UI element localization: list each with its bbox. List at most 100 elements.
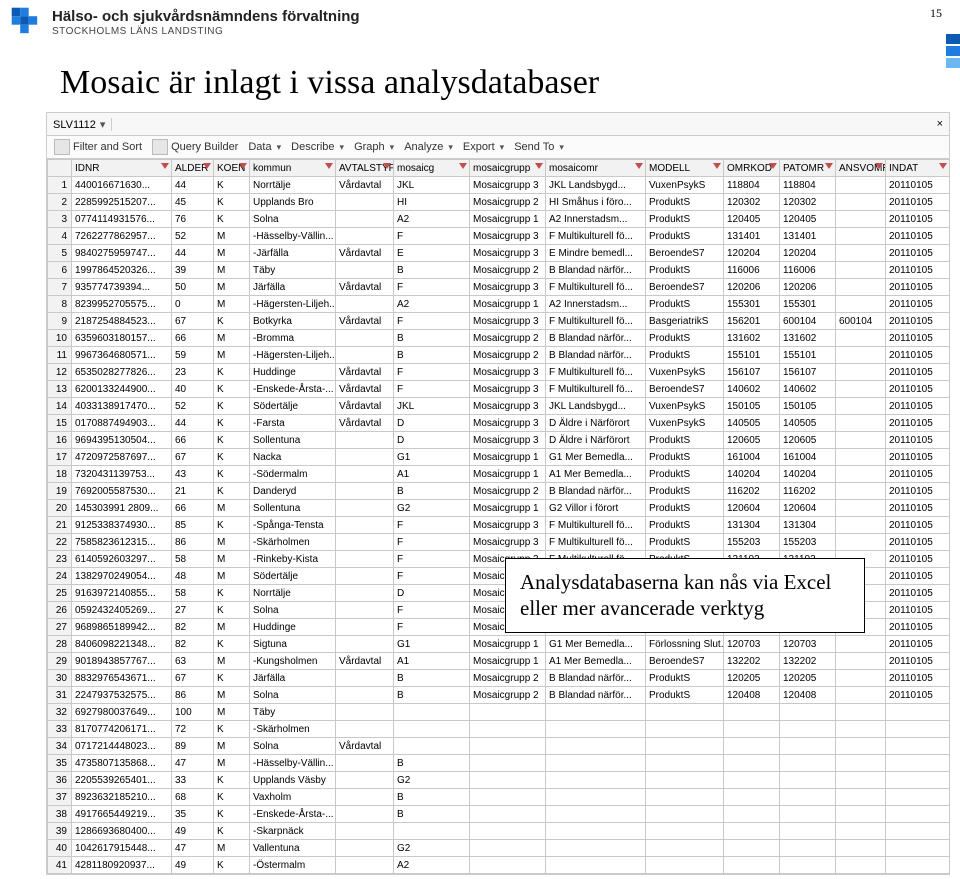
table-row[interactable]: 150170887494903...44K-FarstaVårdavtalDMo… <box>48 415 960 432</box>
table-row[interactable]: 354735807135868...47M-Hässelby-Vällin...… <box>48 755 960 772</box>
col-header[interactable] <box>48 160 72 177</box>
table-row[interactable]: 401042617915448...47MVallentunaG2 <box>48 840 960 857</box>
cell: 8170774206171... <box>72 721 172 738</box>
table-row[interactable]: 187320431139753...43K-SödermalmA1Mosaicg… <box>48 466 960 483</box>
cell: 20110105 <box>886 177 950 194</box>
col-header[interactable]: MODELL <box>646 160 724 177</box>
table-row[interactable]: 20145303991 2809...66MSollentunaG2Mosaic… <box>48 500 960 517</box>
cell: 86 <box>172 687 214 704</box>
table-row[interactable]: 88239952705575...0M-Hägersten-Liljeh...A… <box>48 296 960 313</box>
table-row[interactable]: 30774114931576...76KSolnaA2Mosaicgrupp 1… <box>48 211 960 228</box>
table-row[interactable]: 106359603180157...66M-BrommaBMosaicgrupp… <box>48 330 960 347</box>
cell: ProduktS <box>646 534 724 551</box>
cell <box>646 738 724 755</box>
sheet-tab[interactable]: SLV1112 <box>47 118 112 131</box>
cell: K <box>214 721 250 738</box>
table-row[interactable]: 362205539265401...33KUpplands VäsbyG2 <box>48 772 960 789</box>
cell: B <box>394 347 470 364</box>
close-icon[interactable]: × <box>931 118 949 130</box>
table-row[interactable]: 391286693680400...49K-Skarpnäck <box>48 823 960 840</box>
table-row[interactable]: 174720972587697...67KNackaG1Mosaicgrupp … <box>48 449 960 466</box>
cell <box>394 738 470 755</box>
table-row[interactable]: 227585823612315...86M-SkärholmenFMosaicg… <box>48 534 960 551</box>
cell: 156107 <box>780 364 836 381</box>
col-header[interactable]: AVTALSTYP <box>336 160 394 177</box>
table-row[interactable]: 340717214448023...89MSolnaVårdavtal <box>48 738 960 755</box>
table-row[interactable]: 7935774739394...50MJärfällaVårdavtalFMos… <box>48 279 960 296</box>
cell: M <box>214 704 250 721</box>
table-row[interactable]: 169694395130504...66KSollentunaDMosaicgr… <box>48 432 960 449</box>
cell <box>836 534 886 551</box>
table-row[interactable]: 299018943857767...63M-KungsholmenVårdavt… <box>48 653 960 670</box>
cell: 20110105 <box>886 262 950 279</box>
table-row[interactable]: 414281180920937...49K-ÖstermalmA2 <box>48 857 960 874</box>
query-builder-button[interactable]: Query Builder <box>149 139 241 155</box>
table-row[interactable]: 378923632185210...68KVaxholmB <box>48 789 960 806</box>
table-row[interactable]: 136200133244900...40K-Enskede-Årsta-...V… <box>48 381 960 398</box>
cell: K <box>214 772 250 789</box>
table-row[interactable]: 59840275959747...44M-JärfällaVårdavtalEM… <box>48 245 960 262</box>
table-row[interactable]: 22285992515207...45KUpplands BroHIMosaic… <box>48 194 960 211</box>
col-header[interactable]: kommun <box>250 160 336 177</box>
analyze-menu[interactable]: Analyze <box>401 141 456 153</box>
row-number: 35 <box>48 755 72 772</box>
cell <box>336 823 394 840</box>
cell: Vallentuna <box>250 840 336 857</box>
col-header[interactable]: IDNR <box>72 160 172 177</box>
cell: 66 <box>172 500 214 517</box>
filter-sort-button[interactable]: Filter and Sort <box>51 139 145 155</box>
describe-menu[interactable]: Describe <box>288 141 347 153</box>
cell: K <box>214 211 250 228</box>
cell: Vårdavtal <box>336 279 394 296</box>
table-row[interactable]: 288406098221348...82KSigtunaG1Mosaicgrup… <box>48 636 960 653</box>
col-header[interactable]: mosaicomr <box>546 160 646 177</box>
cell: F <box>394 381 470 398</box>
col-header[interactable]: PATOMR <box>780 160 836 177</box>
row-number: 27 <box>48 619 72 636</box>
cell: 66 <box>172 432 214 449</box>
col-header[interactable]: mosaicgrupp <box>470 160 546 177</box>
table-row[interactable]: 1440016671630...44KNorrtäljeVårdavtalJKL… <box>48 177 960 194</box>
col-header[interactable]: OMRKOD <box>724 160 780 177</box>
table-row[interactable]: 119967364680571...59M-Hägersten-Liljeh..… <box>48 347 960 364</box>
cell: 140204 <box>724 466 780 483</box>
col-header[interactable]: KOEN <box>214 160 250 177</box>
table-row[interactable]: 92187254884523...67KBotkyrkaVårdavtalFMo… <box>48 313 960 330</box>
cell: 155101 <box>724 347 780 364</box>
export-menu[interactable]: Export <box>460 141 507 153</box>
cell: -Enskede-Årsta-... <box>250 381 336 398</box>
col-header[interactable]: INDAT <box>886 160 950 177</box>
cell <box>646 704 724 721</box>
table-row[interactable]: 312247937532575...86MSolnaBMosaicgrupp 2… <box>48 687 960 704</box>
data-menu[interactable]: Data <box>245 141 284 153</box>
cell: B Blandad närför... <box>546 670 646 687</box>
row-number: 26 <box>48 602 72 619</box>
cell: 120703 <box>724 636 780 653</box>
graph-menu[interactable]: Graph <box>351 141 397 153</box>
cell: Mosaicgrupp 2 <box>470 670 546 687</box>
table-row[interactable]: 338170774206171...72K-Skärholmen <box>48 721 960 738</box>
cell: HI Småhus i föro... <box>546 194 646 211</box>
table-row[interactable]: 61997864520326...39MTäbyBMosaicgrupp 2B … <box>48 262 960 279</box>
table-row[interactable]: 219125338374930...85K-Spånga-TenstaFMosa… <box>48 517 960 534</box>
col-header[interactable]: ALDER <box>172 160 214 177</box>
cell: K <box>214 483 250 500</box>
table-row[interactable]: 144033138917470...52KSödertäljeVårdavtal… <box>48 398 960 415</box>
cell <box>646 857 724 874</box>
table-row[interactable]: 326927980037649...100MTäby <box>48 704 960 721</box>
cell: JKL <box>394 398 470 415</box>
col-header[interactable]: ANSVOMR <box>836 160 886 177</box>
table-row[interactable]: 126535028277826...23KHuddingeVårdavtalFM… <box>48 364 960 381</box>
table-row[interactable]: 47262277862957...52M-Hässelby-Vällin...F… <box>48 228 960 245</box>
cell: 4033138917470... <box>72 398 172 415</box>
cell: Sigtuna <box>250 636 336 653</box>
cell: D <box>394 415 470 432</box>
cell: 7262277862957... <box>72 228 172 245</box>
table-row[interactable]: 308832976543671...67KJärfällaBMosaicgrup… <box>48 670 960 687</box>
cell <box>886 857 950 874</box>
col-header[interactable]: mosaicg <box>394 160 470 177</box>
cell <box>336 262 394 279</box>
table-row[interactable]: 197692005587530...21KDanderydBMosaicgrup… <box>48 483 960 500</box>
send-to-menu[interactable]: Send To <box>511 141 567 153</box>
table-row[interactable]: 384917665449219...35K-Enskede-Årsta-...B <box>48 806 960 823</box>
